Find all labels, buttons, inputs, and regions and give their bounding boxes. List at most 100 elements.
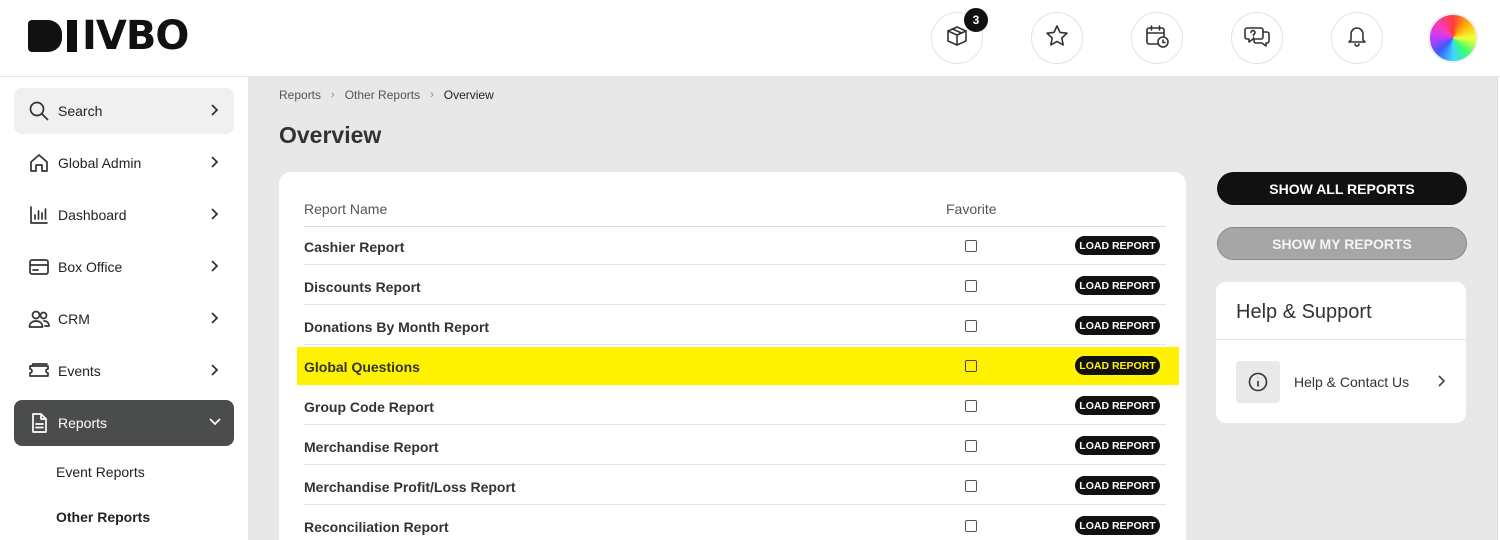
sidebar-item-events[interactable]: Events: [14, 348, 234, 394]
sidebar-item-label: Events: [58, 363, 101, 379]
favorite-checkbox[interactable]: [965, 280, 977, 292]
load-report-button[interactable]: LOAD REPORT: [1075, 316, 1160, 335]
notifications-button[interactable]: [1331, 12, 1383, 64]
report-name: Group Code Report: [304, 399, 434, 415]
users-icon: [28, 308, 50, 330]
bar-chart-icon: [28, 204, 50, 226]
favorites-button[interactable]: [1031, 12, 1083, 64]
user-avatar[interactable]: [1428, 13, 1478, 63]
report-name: Global Questions: [304, 359, 420, 375]
sidebar-search-label: Search: [58, 103, 103, 119]
sidebar-item-reports[interactable]: Reports: [14, 400, 234, 446]
sidebar-search[interactable]: Search: [14, 88, 234, 134]
row-divider: [304, 464, 1166, 465]
chevron-right-icon: ›: [331, 89, 335, 101]
page-title: Overview: [279, 122, 382, 148]
table-row: Reconciliation Report LOAD REPORT: [297, 507, 1179, 540]
table-row: Merchandise Report LOAD REPORT: [297, 427, 1179, 465]
favorite-checkbox[interactable]: [965, 360, 977, 372]
info-icon: [1236, 361, 1280, 403]
load-report-button[interactable]: LOAD REPORT: [1075, 356, 1160, 375]
document-icon: [28, 412, 50, 434]
favorite-checkbox[interactable]: [965, 440, 977, 452]
chevron-right-icon: [208, 363, 222, 377]
chevron-down-icon: [208, 415, 222, 429]
sidebar-item-crm[interactable]: CRM: [14, 296, 234, 342]
column-header-favorite: Favorite: [946, 201, 997, 217]
logo-text: IVBO: [82, 13, 189, 59]
load-report-button[interactable]: LOAD REPORT: [1075, 276, 1160, 295]
show-my-reports-button[interactable]: SHOW MY REPORTS: [1217, 227, 1467, 260]
schedule-button[interactable]: [1131, 12, 1183, 64]
column-header-report-name: Report Name: [304, 201, 388, 217]
favorite-checkbox[interactable]: [965, 400, 977, 412]
notification-badge: 3: [964, 8, 988, 32]
breadcrumb-current: Overview: [443, 88, 494, 102]
table-row-highlighted: Global Questions LOAD REPORT: [297, 347, 1179, 385]
sidebar-item-label: Global Admin: [58, 155, 142, 171]
breadcrumb-link[interactable]: Other Reports: [345, 88, 420, 102]
sidebar-subitem-event-reports[interactable]: Event Reports: [56, 464, 145, 480]
sidebar-subitem-other-reports[interactable]: Other Reports: [56, 509, 150, 525]
load-report-button[interactable]: LOAD REPORT: [1075, 516, 1160, 535]
load-report-button[interactable]: LOAD REPORT: [1075, 476, 1160, 495]
table-row: Discounts Report LOAD REPORT: [297, 267, 1179, 305]
show-all-reports-button[interactable]: SHOW ALL REPORTS: [1217, 172, 1467, 205]
favorite-checkbox[interactable]: [965, 520, 977, 532]
row-divider: [304, 344, 1166, 345]
help-contact-link[interactable]: Help & Contact Us: [1294, 374, 1409, 390]
main-content: Reports › Other Reports › Overview Overv…: [249, 77, 1497, 540]
report-name: Merchandise Profit/Loss Report: [304, 479, 516, 495]
breadcrumb-link[interactable]: Reports: [279, 88, 321, 102]
bell-icon: [1343, 22, 1371, 55]
help-divider: [1216, 339, 1466, 340]
help-title: Help & Support: [1236, 301, 1372, 323]
brand-logo[interactable]: IVBO: [28, 13, 189, 59]
row-divider: [304, 304, 1166, 305]
messages-button[interactable]: [1231, 12, 1283, 64]
sidebar-item-label: Dashboard: [58, 207, 127, 223]
chevron-right-icon: ›: [430, 89, 434, 101]
sidebar-item-label: Reports: [58, 415, 108, 431]
calendar-clock-icon: [1143, 22, 1171, 55]
sidebar-item-label: Box Office: [58, 259, 123, 275]
chevron-right-icon: [208, 311, 222, 325]
row-divider: [304, 264, 1166, 265]
top-bar: IVBO 3: [0, 0, 1500, 77]
report-name: Reconciliation Report: [304, 519, 449, 535]
sidebar-item-label: CRM: [58, 311, 90, 327]
favorite-checkbox[interactable]: [965, 480, 977, 492]
logo-bar: [67, 20, 77, 52]
chevron-right-icon: [208, 207, 222, 221]
table-header: Report Name Favorite: [304, 195, 1166, 227]
table-row: Group Code Report LOAD REPORT: [297, 387, 1179, 425]
breadcrumb: Reports › Other Reports › Overview: [279, 88, 494, 102]
chevron-right-icon[interactable]: [1436, 374, 1448, 393]
report-name: Merchandise Report: [304, 439, 439, 455]
sidebar-item-dashboard[interactable]: Dashboard: [14, 192, 234, 238]
sidebar-item-box-office[interactable]: Box Office: [14, 244, 234, 290]
load-report-button[interactable]: LOAD REPORT: [1075, 436, 1160, 455]
row-divider: [304, 504, 1166, 505]
report-name: Discounts Report: [304, 279, 421, 295]
help-support-card: Help & Support Help & Contact Us: [1216, 282, 1466, 423]
load-report-button[interactable]: LOAD REPORT: [1075, 236, 1160, 255]
sidebar: Search Global Admin Dashboard Box Office…: [0, 77, 249, 540]
sidebar-item-global-admin[interactable]: Global Admin: [14, 140, 234, 186]
chevron-right-icon: [208, 259, 222, 273]
search-icon: [28, 100, 50, 122]
reports-table-card: Report Name Favorite Cashier Report LOAD…: [279, 172, 1186, 540]
table-row: Cashier Report LOAD REPORT: [297, 227, 1179, 265]
report-name: Cashier Report: [304, 239, 405, 255]
favorite-checkbox[interactable]: [965, 240, 977, 252]
table-row: Donations By Month Report LOAD REPORT: [297, 307, 1179, 345]
report-name: Donations By Month Report: [304, 319, 490, 335]
favorite-checkbox[interactable]: [965, 320, 977, 332]
load-report-button[interactable]: LOAD REPORT: [1075, 396, 1160, 415]
packages-button[interactable]: 3: [931, 8, 988, 64]
card-icon: [28, 256, 50, 278]
ticket-icon: [28, 360, 50, 382]
table-row: Merchandise Profit/Loss Report LOAD REPO…: [297, 467, 1179, 505]
logo-mark: [28, 20, 62, 52]
home-icon: [28, 152, 50, 174]
